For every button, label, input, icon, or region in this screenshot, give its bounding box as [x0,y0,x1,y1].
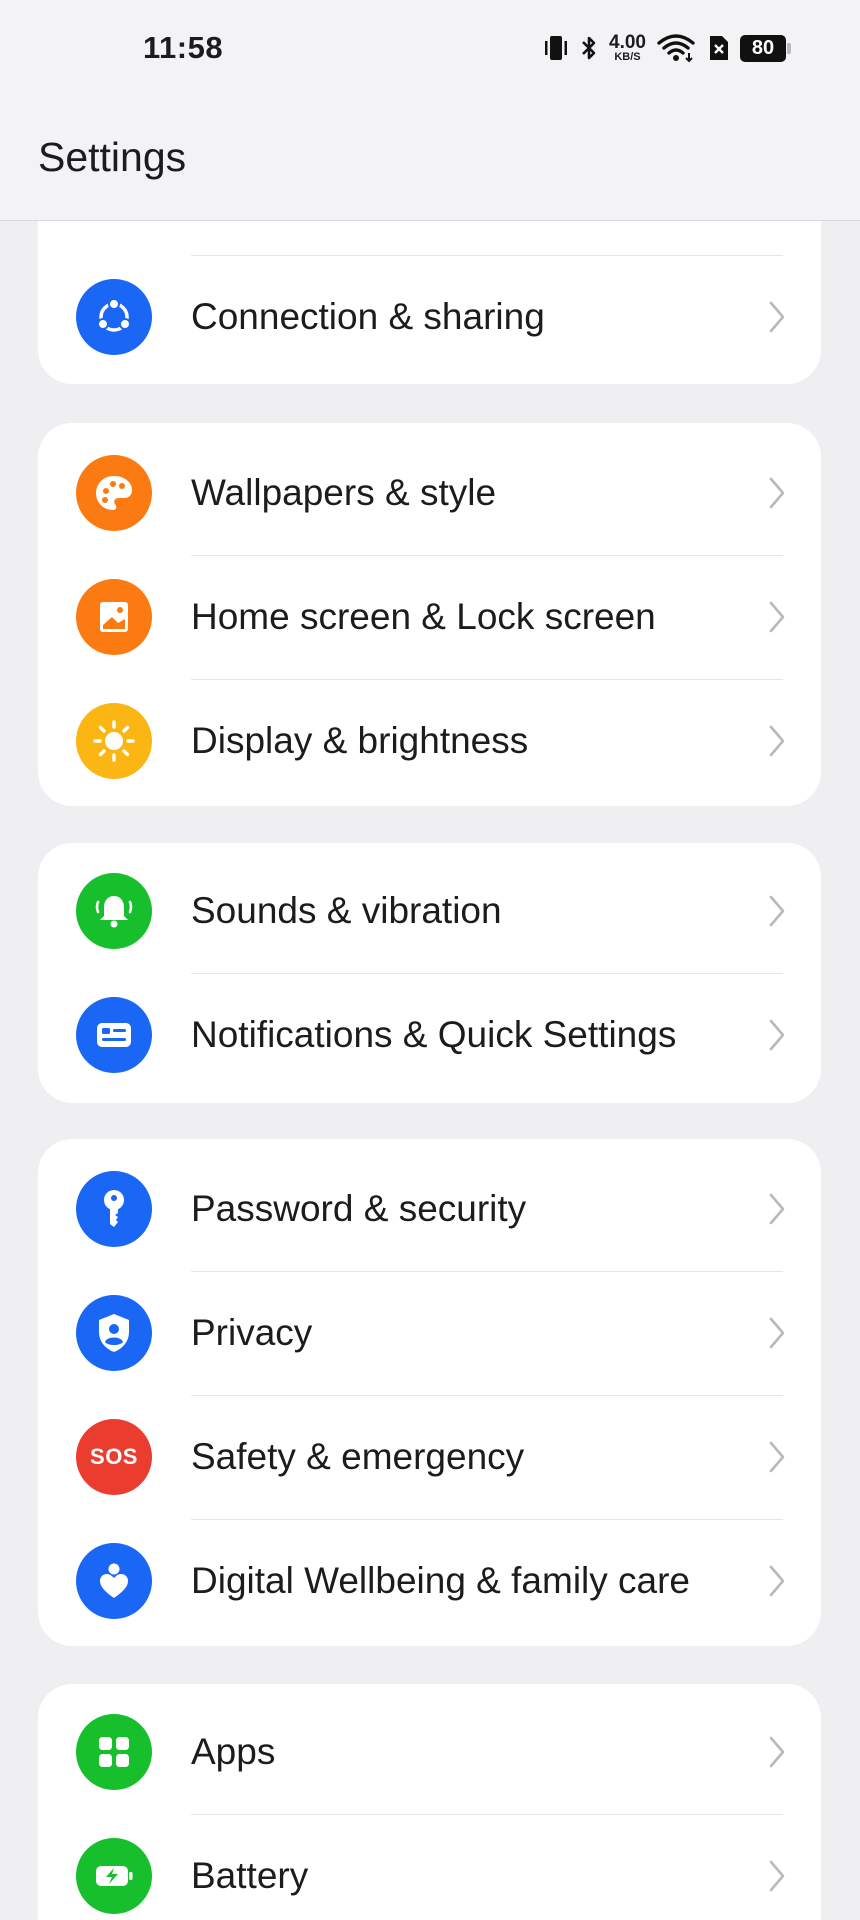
settings-item-wallpapers-style[interactable]: Wallpapers & style [38,431,821,555]
battery-charging-icon [76,1838,152,1914]
chevron-right-icon [767,724,787,763]
settings-item-label: Notifications & Quick Settings [191,1014,677,1055]
chevron-right-icon [767,894,787,933]
settings-group-sound-notifications: Sounds & vibration Notifications & Quick… [38,843,821,1103]
settings-item-connection-sharing[interactable]: Connection & sharing [38,255,821,379]
chevron-right-icon [767,1018,787,1057]
settings-item-digital-wellbeing[interactable]: Digital Wellbeing & family care [38,1519,821,1643]
settings-item-label: Home screen & Lock screen [191,596,656,637]
settings-item-label: Battery [191,1855,309,1896]
settings-group-apps-battery: Apps Battery [38,1684,821,1920]
settings-item-privacy[interactable]: Privacy [38,1271,821,1395]
chevron-right-icon [767,600,787,639]
palette-icon [76,455,152,531]
chevron-right-icon [767,1859,787,1898]
battery-indicator: 80 [740,34,792,62]
settings-item-label: Digital Wellbeing & family care [191,1560,691,1601]
settings-item-label: Display & brightness [191,720,529,761]
settings-group-security: Password & security Privacy SOS Safety &… [38,1139,821,1646]
settings-item-apps[interactable]: Apps [38,1690,821,1814]
settings-list[interactable]: Connection & sharing Wallpapers & style … [0,221,860,1920]
settings-item-label: Safety & emergency [191,1436,525,1477]
sun-icon [76,703,152,779]
chevron-right-icon [767,300,787,339]
settings-item-home-lock-screen[interactable]: Home screen & Lock screen [38,555,821,679]
share-icon [76,279,152,355]
settings-item-notifications-quick-settings[interactable]: Notifications & Quick Settings [38,973,821,1097]
key-icon [76,1171,152,1247]
notification-card-icon [76,997,152,1073]
settings-item-display-brightness[interactable]: Display & brightness [38,679,821,803]
status-bar: 11:58 4.00 KB/S 80 [0,0,860,100]
wifi-icon [656,33,696,63]
settings-group-personalization: Wallpapers & style Home screen & Lock sc… [38,423,821,806]
settings-item-label: Connection & sharing [191,296,545,337]
chevron-right-icon [767,1735,787,1774]
settings-item-label: Password & security [191,1188,527,1229]
vibrate-icon [543,33,569,63]
no-sim-icon [706,34,730,62]
settings-item-label: Privacy [191,1312,313,1353]
settings-item-password-security[interactable]: Password & security [38,1147,821,1271]
chevron-right-icon [767,1316,787,1355]
settings-item-battery[interactable]: Battery [38,1814,821,1920]
settings-item-sounds-vibration[interactable]: Sounds & vibration [38,849,821,973]
network-speed: 4.00 KB/S [609,32,646,63]
page-header: Settings [0,100,860,221]
chevron-right-icon [767,1440,787,1479]
page-title: Settings [38,134,187,180]
heart-person-icon [76,1543,152,1619]
bluetooth-icon [579,33,599,63]
settings-item-safety-emergency[interactable]: SOS Safety & emergency [38,1395,821,1519]
shield-user-icon [76,1295,152,1371]
image-icon [76,579,152,655]
bell-icon [76,873,152,949]
settings-item-label: Wallpapers & style [191,472,497,513]
settings-item-label: Sounds & vibration [191,890,502,931]
chevron-right-icon [767,1192,787,1231]
chevron-right-icon [767,1564,787,1603]
status-icons: 4.00 KB/S 80 [543,30,792,66]
status-time: 11:58 [143,30,224,65]
chevron-right-icon [767,476,787,515]
settings-group-network: Connection & sharing [38,221,821,384]
apps-grid-icon [76,1714,152,1790]
sos-icon: SOS [76,1419,152,1495]
settings-item-label: Apps [191,1731,276,1772]
